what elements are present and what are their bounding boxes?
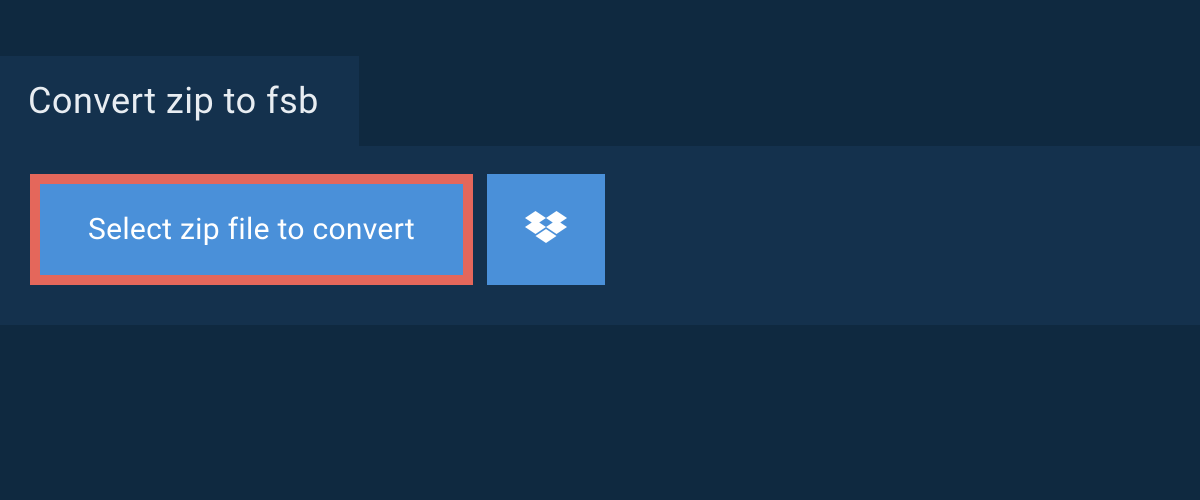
dropbox-button[interactable] (487, 174, 605, 285)
button-row: Select zip file to convert (30, 174, 1170, 285)
tab-header: Convert zip to fsb (0, 56, 359, 146)
select-file-button[interactable]: Select zip file to convert (30, 174, 473, 285)
page-title: Convert zip to fsb (28, 80, 319, 122)
dropbox-icon (525, 211, 567, 249)
content-panel: Select zip file to convert (0, 146, 1200, 325)
select-file-label: Select zip file to convert (88, 212, 415, 247)
